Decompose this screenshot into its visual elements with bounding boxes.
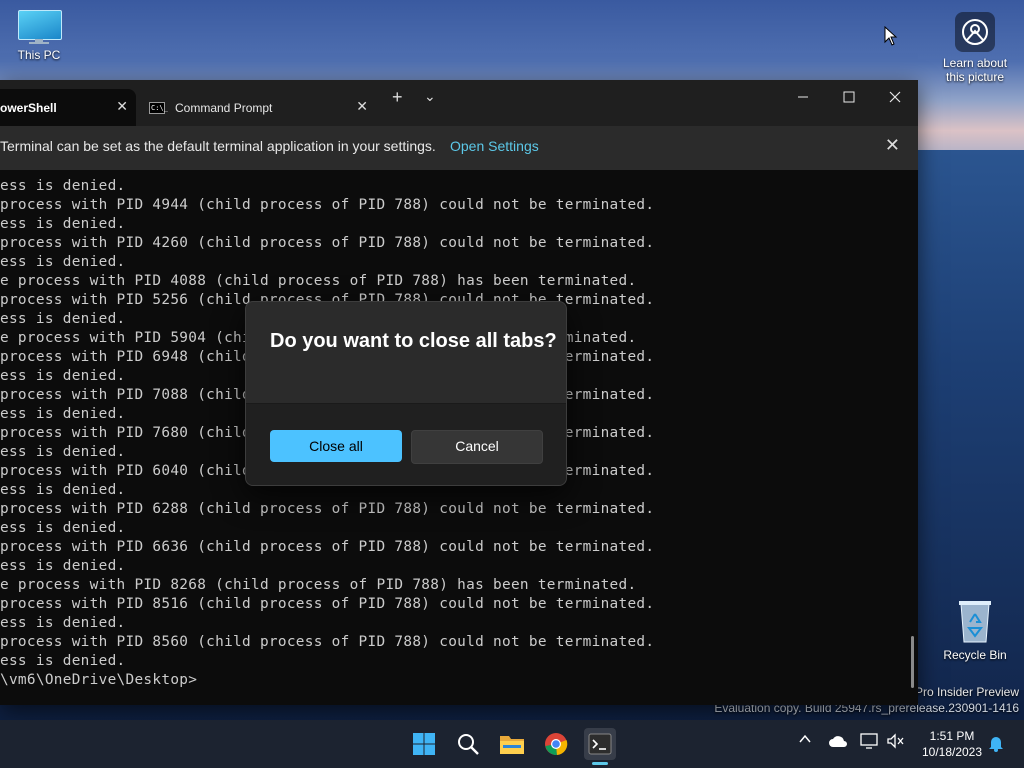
watermark-line1: Pro Insider Preview <box>914 685 1019 699</box>
network-icon[interactable] <box>860 733 878 752</box>
console-line: e process with PID 4088 (child process o… <box>0 273 637 289</box>
close-icon <box>889 91 901 103</box>
active-app-indicator <box>592 762 608 765</box>
maximize-icon <box>843 91 855 103</box>
desktop-icon-recycle-bin[interactable]: Recycle Bin <box>936 598 1014 662</box>
cancel-button[interactable]: Cancel <box>411 430 543 464</box>
new-tab-button[interactable]: + <box>392 87 403 108</box>
recycle-bin-icon <box>956 598 994 644</box>
clock[interactable]: 1:51 PM 10/18/2023 <box>916 728 988 760</box>
console-line: process with PID 6636 (child process of … <box>0 539 655 555</box>
console-line: ess is denied. <box>0 520 126 536</box>
start-button[interactable] <box>408 728 440 760</box>
close-icon[interactable]: ✕ <box>116 98 128 115</box>
minimize-icon <box>798 96 808 98</box>
file-explorer-icon <box>500 736 524 754</box>
show-hidden-icons-chevron-icon[interactable] <box>798 732 812 749</box>
mouse-cursor-icon <box>884 25 898 51</box>
console-line: ess is denied. <box>0 178 126 194</box>
cmd-icon: C:\_ <box>149 101 168 114</box>
close-icon[interactable]: ✕ <box>356 98 368 115</box>
tab-command-prompt[interactable]: C:\_ Command Prompt ✕ <box>140 89 376 126</box>
volume-muted-icon[interactable] <box>886 733 904 752</box>
this-pc-label: This PC <box>17 48 61 62</box>
dialog-footer: Close all Cancel <box>246 403 566 485</box>
tab-powershell[interactable]: owerShell ✕ <box>0 89 136 126</box>
chrome-icon <box>545 733 568 756</box>
learn-label-line1: Learn about <box>942 56 1008 70</box>
console-line: process with PID 4944 (child process of … <box>0 197 655 213</box>
clock-time: 1:51 PM <box>929 729 975 743</box>
chrome-button[interactable] <box>540 728 572 760</box>
console-line: ess is denied. <box>0 653 126 669</box>
window-close-button[interactable] <box>880 90 910 108</box>
tab-label: owerShell <box>0 100 57 115</box>
console-line: ess is denied. <box>0 615 126 631</box>
search-button[interactable] <box>452 728 484 760</box>
file-explorer-button[interactable] <box>496 728 528 760</box>
open-settings-link[interactable]: Open Settings <box>450 138 539 154</box>
camera-info-icon <box>955 12 995 52</box>
terminal-icon <box>588 733 612 755</box>
console-line: ess is denied. <box>0 254 126 270</box>
infobar-message: Terminal can be set as the default termi… <box>0 138 436 154</box>
start-icon <box>413 733 435 755</box>
computer-icon <box>18 10 62 44</box>
console-line: \vm6\OneDrive\Desktop> <box>0 672 198 688</box>
console-line: process with PID 8516 (child process of … <box>0 596 655 612</box>
dialog-title: Do you want to close all tabs? <box>270 330 557 352</box>
console-line: e process with PID 8268 (child process o… <box>0 577 637 593</box>
learn-label-line2: this picture <box>945 70 1005 84</box>
default-terminal-infobar: Terminal can be set as the default termi… <box>0 126 918 170</box>
minimize-button[interactable] <box>788 90 818 108</box>
console-line: process with PID 6288 (child process of … <box>0 501 655 517</box>
desktop-icon-this-pc[interactable]: This PC <box>8 10 70 62</box>
desktop-icon-learn-about-picture[interactable]: Learn about this picture <box>936 12 1014 84</box>
scrollbar[interactable] <box>911 636 914 688</box>
tab-dropdown-button[interactable]: ⌄ <box>424 88 436 105</box>
recycle-bin-label: Recycle Bin <box>943 648 1007 662</box>
search-icon <box>458 734 479 755</box>
console-line: ess is denied. <box>0 558 126 574</box>
taskbar: 1:51 PM 10/18/2023 <box>0 720 1024 768</box>
console-line: process with PID 8560 (child process of … <box>0 634 655 650</box>
notification-bell-icon[interactable] <box>988 734 1004 755</box>
tab-label: Command Prompt <box>175 100 273 115</box>
maximize-button[interactable] <box>834 90 864 108</box>
console-line: process with PID 4260 (child process of … <box>0 235 655 251</box>
title-bar[interactable]: owerShell ✕ C:\_ Command Prompt ✕ + ⌄ <box>0 80 918 126</box>
terminal-button[interactable] <box>584 728 616 760</box>
console-line: ess is denied. <box>0 216 126 232</box>
close-all-tabs-dialog: Do you want to close all tabs? Close all… <box>245 301 567 486</box>
close-all-button[interactable]: Close all <box>270 430 402 462</box>
clock-date: 10/18/2023 <box>921 745 983 759</box>
onedrive-cloud-icon[interactable] <box>828 734 848 751</box>
infobar-close-icon[interactable]: ✕ <box>885 135 900 156</box>
